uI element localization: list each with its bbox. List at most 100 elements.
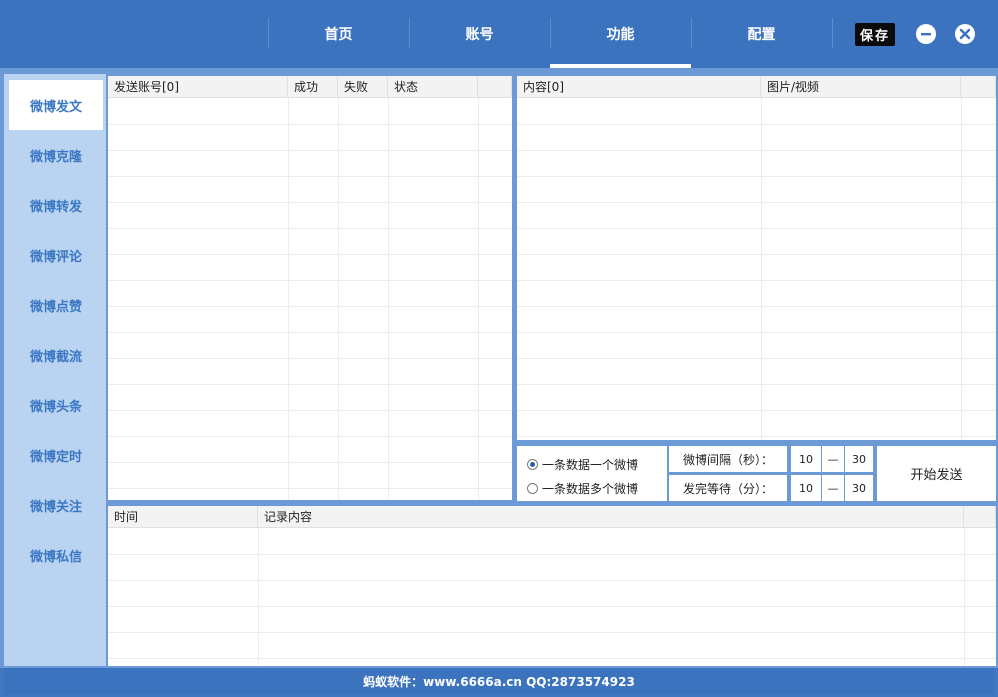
- sidebar-item-post[interactable]: 微博发文: [9, 80, 103, 130]
- grid-column-line: [388, 98, 389, 500]
- column-header-failed[interactable]: 失败: [338, 76, 388, 98]
- grid-row-line: [108, 462, 512, 463]
- send-settings: 一条数据一个微博 一条数据多个微博 微博间隔（秒）： 发完等待（分）： 10 —…: [515, 444, 996, 502]
- wait-max-input[interactable]: 30: [845, 475, 873, 501]
- sidebar-item-message[interactable]: 微博私信: [9, 530, 103, 580]
- tab-account-label: 账号: [465, 27, 494, 43]
- save-button[interactable]: 保存: [855, 23, 895, 46]
- top-header: 首页 账号 功能 配置 保存: [0, 0, 998, 68]
- grid-row-line: [108, 228, 512, 229]
- content-table[interactable]: 内容[0] 图片/视频: [517, 76, 996, 440]
- tab-config[interactable]: 配置: [691, 0, 832, 68]
- column-header-account[interactable]: 发送账号[0]: [108, 76, 288, 98]
- grid-row-line: [517, 254, 996, 255]
- grid-row-line: [108, 254, 512, 255]
- grid-row-line: [108, 280, 512, 281]
- grid-row-line: [517, 358, 996, 359]
- column-header-media[interactable]: 图片/视频: [761, 76, 961, 98]
- table-header: 内容[0] 图片/视频: [517, 76, 996, 98]
- grid-row-line: [517, 436, 996, 437]
- sidebar-item-repost[interactable]: 微博转发: [9, 180, 103, 230]
- sidebar-item-intercept[interactable]: 微博截流: [9, 330, 103, 380]
- mode-option-single[interactable]: 一条数据一个微博: [527, 456, 638, 473]
- minus-icon: [921, 33, 931, 36]
- grid-column-line: [338, 98, 339, 500]
- interval-max-input[interactable]: 30: [845, 446, 873, 472]
- grid-row-line: [517, 332, 996, 333]
- sidebar-item-label: 微博评论: [29, 249, 82, 265]
- grid-row-line: [517, 384, 996, 385]
- mode-radio-group: 一条数据一个微博 一条数据多个微博: [517, 446, 667, 501]
- grid-column-line: [964, 528, 965, 666]
- grid-row-line: [108, 332, 512, 333]
- grid-row-line: [517, 176, 996, 177]
- grid-row-line: [108, 632, 996, 633]
- column-header-extra: [961, 76, 996, 98]
- tab-home-label: 首页: [324, 27, 353, 43]
- tab-account[interactable]: 账号: [409, 0, 550, 68]
- minimize-button[interactable]: [916, 24, 936, 44]
- sidebar-item-clone[interactable]: 微博克隆: [9, 130, 103, 180]
- tab-function-label: 功能: [606, 27, 635, 43]
- nav-divider: [832, 18, 833, 48]
- tab-home[interactable]: 首页: [268, 0, 409, 68]
- grid-column-line: [288, 98, 289, 500]
- sidebar-item-headline[interactable]: 微博头条: [9, 380, 103, 430]
- table-header: 时间 记录内容: [108, 506, 996, 528]
- column-header-time[interactable]: 时间: [108, 506, 258, 528]
- sidebar-item-follow[interactable]: 微博关注: [9, 480, 103, 530]
- sidebar-item-label: 微博关注: [29, 499, 82, 515]
- grid-column-line: [761, 98, 762, 440]
- mode-option-label: 一条数据一个微博: [542, 458, 639, 472]
- grid-row-line: [108, 150, 512, 151]
- grid-row-line: [108, 580, 996, 581]
- grid-column-line: [961, 98, 962, 440]
- range-separator: —: [822, 475, 844, 501]
- column-header-record[interactable]: 记录内容: [258, 506, 964, 528]
- column-header-status[interactable]: 状态: [388, 76, 478, 98]
- sidebar-item-label: 微博克隆: [29, 149, 82, 165]
- column-header-content[interactable]: 内容[0]: [517, 76, 761, 98]
- sidebar-item-like[interactable]: 微博点赞: [9, 280, 103, 330]
- close-button[interactable]: [955, 24, 975, 44]
- sidebar-item-label: 微博定时: [29, 449, 82, 465]
- main-nav: 首页 账号 功能 配置: [268, 0, 832, 68]
- grid-row-line: [108, 176, 512, 177]
- grid-row-line: [517, 280, 996, 281]
- interval-min-input[interactable]: 10: [791, 446, 821, 472]
- grid-row-line: [108, 124, 512, 125]
- grid-row-line: [108, 554, 996, 555]
- sidebar-item-schedule[interactable]: 微博定时: [9, 430, 103, 480]
- column-header-success[interactable]: 成功: [288, 76, 338, 98]
- footer-bar: 蚂蚁软件：www.6666a.cn QQ:2873574923: [4, 668, 994, 695]
- grid-row-line: [517, 306, 996, 307]
- wait-label: 发完等待（分）：: [669, 475, 787, 501]
- start-send-button[interactable]: 开始发送: [877, 446, 996, 501]
- accounts-table[interactable]: 发送账号[0] 成功 失败 状态: [108, 76, 512, 500]
- grid-row-line: [108, 606, 996, 607]
- close-icon: [959, 28, 971, 40]
- log-table[interactable]: 时间 记录内容: [108, 506, 996, 666]
- grid-row-line: [108, 384, 512, 385]
- grid-row-line: [108, 306, 512, 307]
- sidebar-item-label: 微博截流: [29, 349, 82, 365]
- radio-unselected-icon: [527, 483, 538, 494]
- sidebar-item-label: 微博点赞: [29, 299, 82, 315]
- tab-function[interactable]: 功能: [550, 0, 691, 68]
- sidebar-item-label: 微博私信: [29, 549, 82, 565]
- mode-option-multiple[interactable]: 一条数据多个微博: [527, 480, 638, 497]
- grid-row-line: [108, 488, 512, 489]
- grid-row-line: [108, 202, 512, 203]
- grid-row-line: [517, 202, 996, 203]
- sidebar-item-label: 微博头条: [29, 399, 82, 415]
- wait-min-input[interactable]: 10: [791, 475, 821, 501]
- grid-row-line: [517, 124, 996, 125]
- grid-row-line: [517, 228, 996, 229]
- sidebar-item-label: 微博发文: [29, 99, 82, 115]
- mode-option-label: 一条数据多个微博: [542, 482, 639, 496]
- interval-label: 微博间隔（秒）：: [669, 446, 787, 472]
- sidebar-item-comment[interactable]: 微博评论: [9, 230, 103, 280]
- grid-row-line: [108, 436, 512, 437]
- footer-text: 蚂蚁软件：www.6666a.cn QQ:2873574923: [363, 675, 635, 689]
- grid-row-line: [517, 150, 996, 151]
